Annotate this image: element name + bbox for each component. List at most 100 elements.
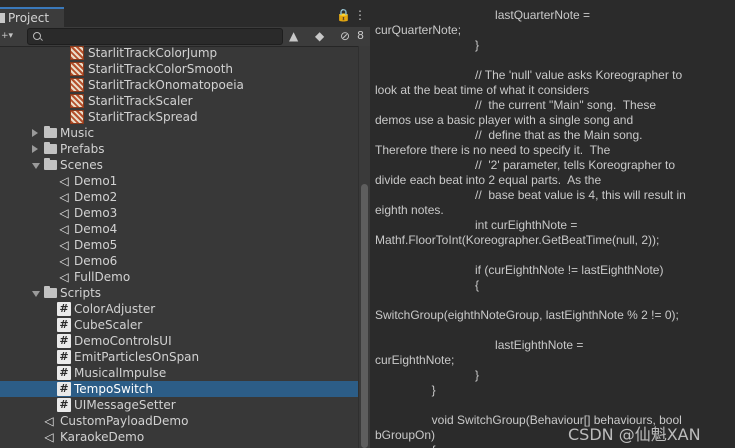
code-line: } <box>375 368 480 382</box>
code-line: eighth notes. <box>375 203 444 217</box>
tree-item-label: Music <box>60 126 95 140</box>
tree-folder-scripts[interactable]: Scripts <box>0 285 358 301</box>
csharp-script-icon: # <box>57 302 71 316</box>
unity-scene-icon: ◁ <box>59 190 69 204</box>
tree-item-demo4[interactable]: ◁ Demo4 <box>0 221 358 237</box>
code-line: if (curEighthNote != lastEighthNote) <box>375 263 664 277</box>
hidden-packages-count: 8 <box>357 29 364 42</box>
unity-scene-icon: ◁ <box>59 206 69 220</box>
tree-item-label: ColorAdjuster <box>74 302 156 316</box>
tree-item-starlittrackcolorjump[interactable]: StarlitTrackColorJump <box>0 46 358 61</box>
code-line: lastEighthNote = <box>375 338 584 352</box>
tree-item-uimessagesetter[interactable]: # UIMessageSetter <box>0 397 358 413</box>
filter-by-label-icon[interactable]: ◆ <box>315 27 324 45</box>
folder-icon <box>44 126 57 138</box>
create-dropdown[interactable]: +▾ <box>1 27 13 45</box>
project-toolbar: +▾ ▲ ◆ ⊘ 8 <box>0 27 370 47</box>
code-line: demos use a basic player with a single s… <box>375 113 634 127</box>
tree-item-karaokedemo[interactable]: ◁ KaraokeDemo <box>0 429 358 445</box>
tree-item-starlittrackcolorsmooth[interactable]: StarlitTrackColorSmooth <box>0 61 358 77</box>
collapsed-arrow-icon[interactable] <box>32 129 38 137</box>
csharp-script-icon: # <box>57 334 71 348</box>
code-line: // base beat value is 4, this will resul… <box>375 188 686 202</box>
tree-folder-scenes[interactable]: Scenes <box>0 157 358 173</box>
tree-item-musicalimpulse[interactable]: # MusicalImpulse <box>0 365 358 381</box>
expanded-arrow-icon[interactable] <box>32 163 40 169</box>
csharp-script-icon: # <box>57 350 71 364</box>
tree-item-label: Demo2 <box>74 190 118 204</box>
expanded-arrow-icon[interactable] <box>32 291 40 297</box>
tree-item-fulldemo[interactable]: ◁ FullDemo <box>0 269 358 285</box>
csharp-script-icon: # <box>57 382 71 396</box>
tree-item-label: Demo3 <box>74 206 118 220</box>
code-line: { <box>375 278 480 292</box>
tree-item-label: CustomPayloadDemo <box>60 414 189 428</box>
tree-item-demo3[interactable]: ◁ Demo3 <box>0 205 358 221</box>
folder-icon <box>44 286 57 298</box>
tree-item-label: Scripts <box>60 286 102 300</box>
asset-icon <box>70 78 84 92</box>
tree-item-label: MusicalImpulse <box>74 366 167 380</box>
tree-folder-music[interactable]: Music <box>0 125 358 141</box>
tree-item-label: StarlitTrackColorSmooth <box>88 62 234 76</box>
lock-icon[interactable]: 🔒 <box>336 8 351 22</box>
tree-folder-prefabs[interactable]: Prefabs <box>0 141 358 157</box>
code-line: Mathf.FloorToInt(Koreographer.GetBeatTim… <box>375 233 660 247</box>
tree-item-coloradjuster[interactable]: # ColorAdjuster <box>0 301 358 317</box>
unity-scene-icon: ◁ <box>59 238 69 252</box>
code-line: } <box>375 38 480 52</box>
tree-item-democontrolsui[interactable]: # DemoControlsUI <box>0 333 358 349</box>
tree-item-custompayloaddemo[interactable]: ◁ CustomPayloadDemo <box>0 413 358 429</box>
tree-item-starlittrackspread[interactable]: StarlitTrackSpread <box>0 109 358 125</box>
code-line: lastQuarterNote = <box>375 8 591 22</box>
unity-scene-icon: ◁ <box>44 414 54 428</box>
unity-scene-icon: ◁ <box>44 430 54 444</box>
tree-item-demo1[interactable]: ◁ Demo1 <box>0 173 358 189</box>
tree-item-label: StarlitTrackOnomatopoeia <box>88 78 244 92</box>
code-panel: lastQuarterNote = curQuarterNote; } // Th… <box>370 0 735 448</box>
tab-project[interactable]: Project <box>0 7 64 27</box>
tree-item-demo2[interactable]: ◁ Demo2 <box>0 189 358 205</box>
tree-item-starlittrackonomatopoeia[interactable]: StarlitTrackOnomatopoeia <box>0 77 358 93</box>
code-line: // '2' parameter, tells Koreographer to <box>375 158 676 172</box>
hidden-packages-icon[interactable]: ⊘ <box>340 27 350 45</box>
code-line: // define that as the Main song. <box>375 128 643 142</box>
code-line: // The 'null' value asks Koreographer to <box>375 68 683 82</box>
unity-scene-icon: ◁ <box>59 270 69 284</box>
tree-item-label: FullDemo <box>74 270 131 284</box>
unity-scene-icon: ◁ <box>59 222 69 236</box>
code-line: look at the beat time of what it conside… <box>375 83 590 97</box>
tree-item-emitparticlesonspan[interactable]: # EmitParticlesOnSpan <box>0 349 358 365</box>
code-line: curQuarterNote; <box>375 23 462 37</box>
tree-item-label: StarlitTrackColorJump <box>88 46 218 60</box>
tree-item-label: CubeScaler <box>74 318 143 332</box>
tree-item-label: Scenes <box>60 158 103 172</box>
filter-by-type-icon[interactable]: ▲ <box>289 27 298 45</box>
scrollbar-thumb[interactable] <box>361 184 368 448</box>
tree-item-starlittrackscaler[interactable]: StarlitTrackScaler <box>0 93 358 109</box>
asset-icon <box>70 110 84 124</box>
collapsed-arrow-icon[interactable] <box>32 145 38 153</box>
more-options-icon[interactable]: ⋮ <box>354 8 366 22</box>
csharp-script-icon: # <box>57 318 71 332</box>
code-line: curEighthNote; <box>375 353 455 367</box>
tree-item-temposwitch[interactable]: # TempoSwitch <box>0 381 358 397</box>
search-input[interactable] <box>27 28 283 45</box>
unity-scene-icon: ◁ <box>59 254 69 268</box>
asset-icon <box>70 94 84 108</box>
tree-item-label: Demo1 <box>74 174 118 188</box>
search-icon <box>33 32 41 40</box>
asset-icon <box>70 62 84 76</box>
code-line: divide each beat into 2 equal parts. As … <box>375 173 602 187</box>
code-line: int curEighthNote = <box>375 218 578 232</box>
tree-item-label: StarlitTrackScaler <box>88 94 193 108</box>
code-line: } <box>375 383 436 397</box>
tab-project-label: Project <box>8 11 50 25</box>
tree-item-demo6[interactable]: ◁ Demo6 <box>0 253 358 269</box>
tree-item-label: Demo4 <box>74 222 118 236</box>
tree-item-label: TempoSwitch <box>74 382 153 396</box>
tree-item-demo5[interactable]: ◁ Demo5 <box>0 237 358 253</box>
tree-item-cubescaler[interactable]: # CubeScaler <box>0 317 358 333</box>
folder-icon <box>44 158 57 170</box>
asset-icon <box>70 46 84 60</box>
